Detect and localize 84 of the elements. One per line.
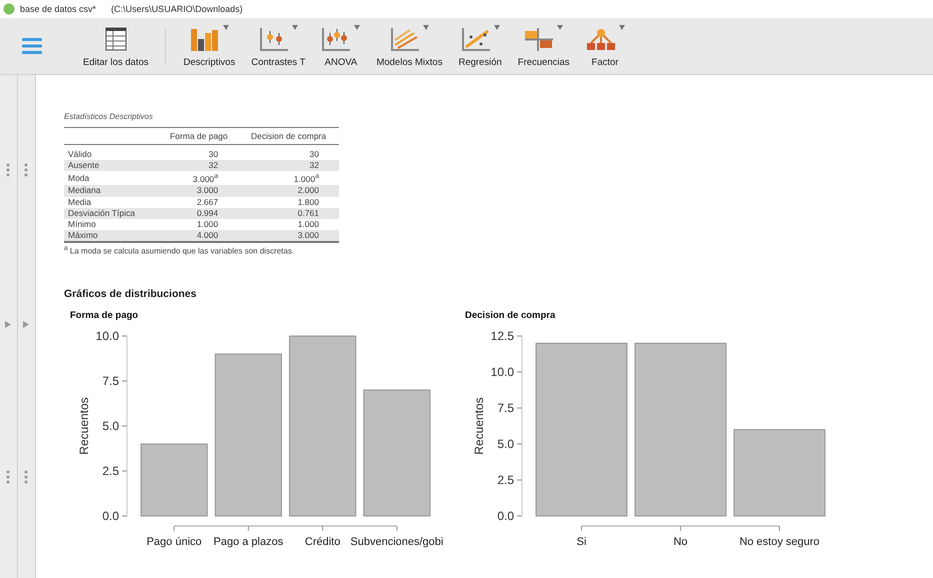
caret-icon <box>422 25 429 30</box>
row-label: Media <box>64 196 160 208</box>
drag-handle-icon[interactable] <box>24 163 28 177</box>
chart-title: Forma de pago <box>70 310 138 322</box>
table-cell: 1.800 <box>238 196 339 208</box>
drag-handle-icon[interactable] <box>6 163 10 177</box>
file-name: base de datos csv* <box>20 4 96 14</box>
toolbar-button[interactable]: Frecuencias <box>512 19 575 74</box>
file-path: (C:\Users\USUARIO\Downloads) <box>111 4 243 14</box>
table-cell: 1.000 <box>160 219 238 230</box>
axis-title: Recuentos <box>77 397 91 455</box>
row-label: Moda <box>64 171 160 186</box>
table-cell: 2.000 <box>238 185 339 197</box>
table-title: Estadísticos Descriptivos <box>64 112 154 121</box>
caret-icon <box>354 25 360 30</box>
table-cell: 4.000 <box>160 230 238 242</box>
file-status-icon <box>3 3 15 15</box>
tick-label: 2.5 <box>497 473 514 488</box>
error-bars-icon <box>321 27 352 51</box>
table-cell: 0.761 <box>238 208 339 220</box>
table-cell: 32 <box>238 160 339 172</box>
caret-icon <box>292 25 298 30</box>
caret-icon <box>494 25 500 30</box>
tick-label: 10.0 <box>490 365 514 380</box>
table-cell: 1.000 <box>238 219 339 230</box>
frequency-table-icon <box>524 27 554 51</box>
column-header: Decision de compra <box>238 128 339 144</box>
expand-arrow-icon[interactable] <box>23 321 29 328</box>
toolbar-button[interactable]: Modelos Mixtos <box>371 19 448 74</box>
toolbar-button[interactable]: ANOVA <box>316 19 366 74</box>
category-label: Subvenciones/gobi <box>350 536 444 548</box>
tick-label: 7.5 <box>497 401 514 416</box>
table-cell: 3.000 <box>160 185 238 197</box>
tick-label: 10.0 <box>96 329 119 344</box>
tick-label: 5.0 <box>102 419 119 434</box>
table-footnote: $^{a}$ La moda se calcula asumiendo que las variables son discretas. <box>64 245 296 256</box>
row-label: Mediana <box>64 185 160 197</box>
bar-chart-icon <box>190 27 220 51</box>
table-cell: 30 <box>160 144 238 160</box>
toolbar-button[interactable]: Regresión <box>453 19 507 74</box>
tick-label: 0.0 <box>497 509 514 524</box>
table-cell: 2.667 <box>160 196 238 208</box>
category-label: No <box>673 536 688 548</box>
table-icon <box>104 27 127 51</box>
caret-icon <box>618 25 625 30</box>
row-label: Válido <box>64 144 160 160</box>
category-label: Pago a plazos <box>214 536 284 548</box>
row-label: Máximo <box>64 230 160 242</box>
expand-arrow-icon[interactable] <box>5 321 11 328</box>
regression-icon <box>460 27 491 51</box>
category-label: Pago único <box>146 536 202 548</box>
category-label: Crédito <box>304 536 340 548</box>
chart-title: Decision de compra <box>465 310 556 322</box>
toolbar-button[interactable]: Editar los datos <box>78 19 154 74</box>
hierarchy-icon <box>586 27 616 51</box>
row-label: Mínimo <box>64 219 160 230</box>
table-cell: 1.000$^{a}$ <box>238 171 339 186</box>
tick-label: 2.5 <box>102 464 119 478</box>
caret-icon <box>557 25 564 30</box>
table-cell: 3.000 <box>238 230 339 242</box>
category-label: No estoy seguro <box>739 536 820 548</box>
table-cell: 30 <box>238 144 339 160</box>
drag-handle-icon[interactable] <box>6 470 10 484</box>
category-label: Si <box>576 536 586 548</box>
tick-label: 0.0 <box>102 509 119 524</box>
column-header: Forma de pago <box>160 128 238 144</box>
section-title: Gráficos de distribuciones <box>64 288 198 300</box>
toolbar-button[interactable]: Descriptivos <box>178 19 240 74</box>
toolbar-button[interactable]: Factor <box>580 19 630 74</box>
toolbar-button[interactable]: Contrastes T <box>246 19 310 74</box>
caret-icon <box>222 25 229 30</box>
axis-title: Recuentos <box>472 397 486 455</box>
menu-icon[interactable] <box>22 38 42 54</box>
drag-handle-icon[interactable] <box>24 470 28 484</box>
tick-label: 7.5 <box>102 374 119 388</box>
tick-label: 5.0 <box>497 437 514 452</box>
table-cell: 0.994 <box>160 208 238 220</box>
error-bars-icon <box>258 27 289 51</box>
row-label: Ausente <box>64 160 160 172</box>
tick-label: 12.5 <box>490 329 514 344</box>
table-cell: 32 <box>160 160 238 172</box>
scatter-lines-icon <box>390 27 420 51</box>
row-label: Desviación Típica <box>64 208 160 220</box>
table-cell: 3.000$^{a}$ <box>160 171 238 186</box>
